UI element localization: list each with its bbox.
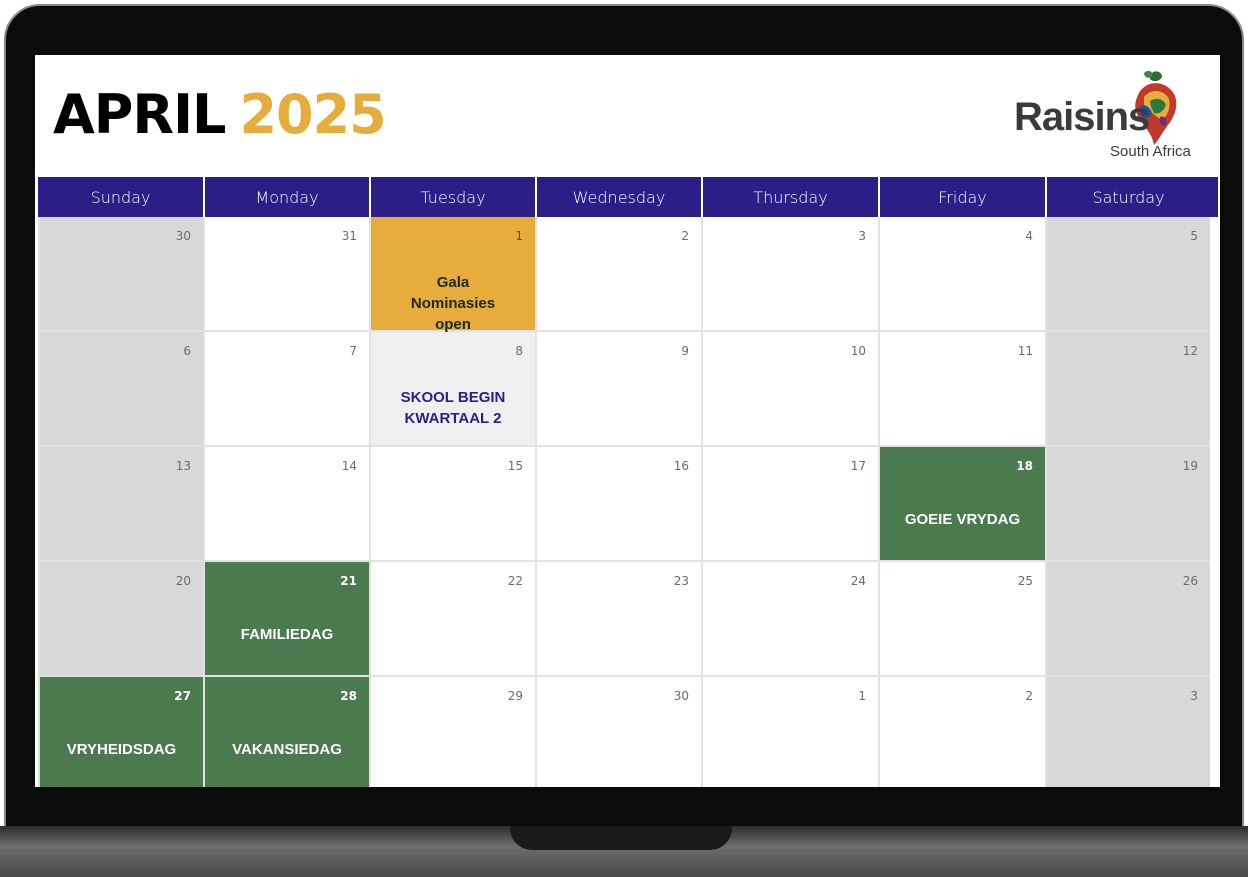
day-number: 7 xyxy=(349,344,357,358)
day-number: 13 xyxy=(175,459,191,473)
day-cell[interactable]: 19 xyxy=(1045,447,1210,562)
weekday-header-thursday: Thursday xyxy=(701,177,878,217)
day-cell[interactable]: 1 Gala Nominasies open xyxy=(369,217,535,333)
day-cell[interactable]: 31 xyxy=(203,217,369,332)
day-number: 29 xyxy=(507,689,523,703)
day-number: 26 xyxy=(1182,574,1198,588)
day-cell[interactable]: 23 xyxy=(535,562,701,677)
day-number: 15 xyxy=(507,459,523,473)
weekday-header-friday: Friday xyxy=(878,177,1045,217)
day-cell[interactable]: 22 xyxy=(369,562,535,677)
raisins-logo: Raisins South Africa xyxy=(1006,65,1206,165)
calendar-grid: 30 31 1 Gala Nominasies open 2 3 4 5 6 7 8 SKOOL BE… xyxy=(38,217,1218,787)
day-number: 2 xyxy=(1025,689,1033,703)
day-number: 20 xyxy=(175,574,191,588)
day-cell[interactable]: 3 xyxy=(701,217,878,332)
day-number: 30 xyxy=(673,689,689,703)
day-cell[interactable]: 28 VAKANSIEDAG xyxy=(203,677,369,787)
day-number: 17 xyxy=(850,459,866,473)
day-number: 25 xyxy=(1017,574,1033,588)
day-number: 8 xyxy=(515,344,523,358)
month-label: APRIL xyxy=(53,83,226,146)
event-label: SKOOL BEGIN KWARTAAL 2 xyxy=(400,389,506,427)
weekday-header-monday: Monday xyxy=(203,177,369,217)
calendar-header: APRIL 2025 Raisins South Africa xyxy=(35,55,1220,177)
day-number: 18 xyxy=(1016,459,1033,473)
day-cell[interactable]: 6 xyxy=(38,332,203,447)
day-cell[interactable]: 8 SKOOL BEGIN KWARTAAL 2 xyxy=(369,332,535,447)
day-number: 14 xyxy=(341,459,357,473)
day-cell[interactable]: 24 xyxy=(701,562,878,677)
laptop-notch xyxy=(510,826,732,850)
day-number: 23 xyxy=(673,574,689,588)
day-cell[interactable]: 5 xyxy=(1045,217,1210,332)
weekday-header-wednesday: Wednesday xyxy=(535,177,701,217)
day-number: 30 xyxy=(175,229,191,243)
day-cell[interactable]: 4 xyxy=(878,217,1045,332)
logo-subtitle: South Africa xyxy=(1110,143,1191,160)
day-number: 28 xyxy=(340,689,357,703)
day-number: 2 xyxy=(681,229,689,243)
day-number: 19 xyxy=(1182,459,1198,473)
day-cell[interactable]: 14 xyxy=(203,447,369,562)
day-cell[interactable]: 18 GOEIE VRYDAG xyxy=(878,447,1045,562)
day-cell[interactable]: 30 xyxy=(38,217,203,332)
day-cell[interactable]: 20 xyxy=(38,562,203,677)
day-cell[interactable]: 1 xyxy=(701,677,878,787)
weekday-header-row: Sunday Monday Tuesday Wednesday Thursday Frid… xyxy=(38,177,1218,217)
weekday-header-sunday: Sunday xyxy=(90,187,151,207)
day-cell[interactable]: 16 xyxy=(535,447,701,562)
event-label: Gala Nominasies open xyxy=(410,274,496,333)
day-cell[interactable]: 21 FAMILIEDAG xyxy=(203,562,369,677)
year-label: 2025 xyxy=(239,83,386,146)
day-cell[interactable]: 27 VRYHEIDSDAG xyxy=(38,677,203,787)
event-label: VRYHEIDSDAG xyxy=(66,741,177,758)
event-label: GOEIE VRYDAG xyxy=(904,511,1021,528)
day-number: 4 xyxy=(1025,229,1033,243)
event-label: FAMILIEDAG xyxy=(240,626,334,643)
event-label: VAKANSIEDAG xyxy=(232,741,342,758)
day-cell[interactable]: 26 xyxy=(1045,562,1210,677)
day-cell[interactable]: 12 xyxy=(1045,332,1210,447)
day-cell[interactable]: 2 xyxy=(878,677,1045,787)
day-number: 24 xyxy=(850,574,866,588)
day-cell[interactable]: 17 xyxy=(701,447,878,562)
day-number: 10 xyxy=(850,344,866,358)
day-cell[interactable]: 2 xyxy=(535,217,701,332)
day-number: 1 xyxy=(858,689,866,703)
day-cell[interactable]: 25 xyxy=(878,562,1045,677)
day-cell[interactable]: 11 xyxy=(878,332,1045,447)
day-cell[interactable]: 29 xyxy=(369,677,535,787)
day-cell[interactable]: 30 xyxy=(535,677,701,787)
month-calendar: Sunday Monday Tuesday Wednesday Thursday Frid… xyxy=(38,177,1218,787)
day-cell[interactable]: 9 xyxy=(535,332,701,447)
day-number: 11 xyxy=(1017,344,1033,358)
calendar-screen: APRIL 2025 Raisins South Africa Sunday Mon… xyxy=(35,55,1220,787)
day-number: 1 xyxy=(515,229,523,243)
weekday-header-saturday: Saturday xyxy=(1045,177,1210,217)
day-cell[interactable]: 7 xyxy=(203,332,369,447)
day-cell[interactable]: 10 xyxy=(701,332,878,447)
day-number: 5 xyxy=(1190,229,1198,243)
day-number: 16 xyxy=(673,459,689,473)
day-number: 3 xyxy=(858,229,866,243)
day-cell[interactable]: 15 xyxy=(369,447,535,562)
page-title: APRIL 2025 xyxy=(53,83,387,147)
weekday-header-tuesday: Tuesday xyxy=(369,177,535,217)
day-number: 31 xyxy=(341,229,357,243)
day-cell[interactable]: 3 xyxy=(1045,677,1210,787)
day-number: 12 xyxy=(1182,344,1198,358)
day-number: 6 xyxy=(183,344,191,358)
day-number: 27 xyxy=(174,689,191,703)
day-number: 22 xyxy=(507,574,523,588)
day-number: 3 xyxy=(1190,689,1198,703)
day-number: 9 xyxy=(681,344,689,358)
day-cell[interactable]: 13 xyxy=(38,447,203,562)
day-number: 21 xyxy=(340,574,357,588)
logo-wordmark: Raisins xyxy=(1014,95,1150,139)
